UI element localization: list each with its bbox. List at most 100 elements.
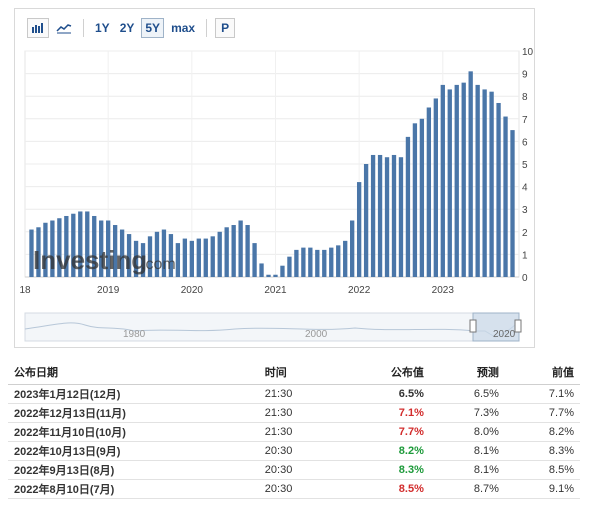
chart-bar[interactable]	[182, 238, 188, 277]
investing-watermark: Investing .com	[33, 245, 176, 275]
y-tick-label: 9	[522, 70, 528, 81]
chart-bar[interactable]	[475, 84, 480, 278]
chart-bar[interactable]	[343, 240, 348, 277]
chart-bar[interactable]	[287, 256, 292, 277]
chart-bar[interactable]	[454, 84, 459, 278]
chart-widget: 1Y 2Y 5Y max P 0 1 2 3 4 5 6 7 8 9 10 18 2019 2020 20…	[14, 8, 535, 348]
chart-bar[interactable]	[266, 274, 271, 277]
x-tick-label: 2023	[432, 285, 455, 296]
table-row: 2022年12月13日(11月) 21:30 7.1% 7.3% 7.7%	[8, 403, 580, 423]
chart-bar[interactable]	[322, 249, 327, 277]
chart-bar[interactable]	[447, 89, 452, 277]
previous-value-cell: 7.1%	[504, 384, 580, 404]
previous-value-cell: 9.1%	[504, 479, 580, 499]
release-table: 公布日期 时间 公布值 预测 前值 2023年1月12日(12月) 21:30 6.…	[8, 360, 580, 499]
navigator-label: 1980	[123, 329, 146, 340]
navigator-left-handle[interactable]	[469, 319, 477, 333]
y-tick-label: 1	[522, 250, 528, 261]
chart-bar[interactable]	[210, 236, 215, 277]
chart-bar[interactable]	[189, 240, 194, 277]
chart-bar[interactable]	[384, 157, 390, 277]
bar-chart: 0 1 2 3 4 5 6 7 8 9 10 18 2019 2020 2021 2022 2023 Inve…	[19, 47, 534, 342]
date-cell: 2022年11月10日(10月)	[8, 422, 259, 442]
chart-bar[interactable]	[238, 220, 243, 278]
chart-bar[interactable]	[175, 243, 181, 277]
chart-bar[interactable]	[370, 154, 376, 277]
previous-value-cell: 7.7%	[504, 403, 580, 423]
chart-bar[interactable]	[412, 123, 418, 277]
chart-bar[interactable]	[461, 82, 466, 277]
chart-bar[interactable]	[273, 274, 278, 277]
chart-bar[interactable]	[503, 116, 508, 277]
chart-bar[interactable]	[315, 249, 320, 277]
previous-value-cell: 8.5%	[504, 460, 580, 480]
x-axis-ticks: 18 2019 2020 2021 2022 2023	[19, 285, 454, 296]
chart-bar[interactable]	[301, 247, 306, 277]
actual-value-cell: 8.2%	[338, 441, 430, 461]
chart-bar[interactable]	[196, 238, 201, 277]
x-tick-label: 2020	[181, 285, 204, 296]
chart-bar[interactable]	[252, 243, 257, 277]
y-tick-label: 3	[522, 205, 528, 216]
chart-bar[interactable]	[308, 247, 313, 277]
actual-value-cell: 8.5%	[338, 479, 430, 499]
table-header-row: 公布日期 时间 公布值 预测 前值	[8, 360, 580, 385]
chart-bar[interactable]	[405, 136, 411, 277]
chart-bar[interactable]	[336, 245, 341, 277]
table-row: 2022年8月10日(7月) 20:30 8.5% 8.7% 9.1%	[8, 479, 580, 499]
chart-bar[interactable]	[356, 182, 362, 277]
date-cell: 2022年12月13日(11月)	[8, 403, 259, 423]
date-cell: 2022年8月10日(7月)	[8, 479, 259, 499]
chart-bar[interactable]	[245, 225, 250, 277]
chart-bar[interactable]	[280, 265, 285, 277]
forecast-value-cell: 8.1%	[429, 460, 505, 480]
chart-bar[interactable]	[496, 102, 501, 277]
time-cell: 21:30	[258, 403, 339, 423]
chart-bar[interactable]	[350, 220, 355, 278]
chart-bar[interactable]	[398, 157, 404, 277]
actual-value-cell: 6.5%	[338, 384, 430, 404]
chart-bar[interactable]	[489, 91, 494, 278]
chart-bar[interactable]	[203, 238, 208, 277]
time-cell: 20:30	[258, 479, 339, 499]
chart-bar[interactable]	[329, 247, 334, 277]
forecast-value-cell: 7.3%	[429, 403, 505, 423]
chart-bar[interactable]	[433, 98, 438, 278]
chart-bar[interactable]	[217, 231, 222, 277]
navigator[interactable]: 1980 2000 2020	[24, 312, 522, 342]
table-row: 2022年10月13日(9月) 20:30 8.2% 8.1% 8.3%	[8, 441, 580, 461]
navigator-right-handle[interactable]	[514, 319, 522, 333]
chart-bar[interactable]	[440, 84, 445, 278]
chart-bar[interactable]	[419, 118, 425, 277]
y-tick-label: 10	[522, 47, 534, 58]
forecast-value-cell: 8.7%	[429, 479, 505, 499]
header-previous: 前值	[504, 360, 580, 385]
y-tick-label: 7	[522, 115, 528, 126]
actual-value-cell: 7.1%	[338, 403, 430, 423]
chart-bar[interactable]	[468, 71, 473, 277]
watermark-text: Investing	[33, 245, 147, 275]
actual-value-cell: 8.3%	[338, 460, 430, 480]
forecast-value-cell: 6.5%	[429, 384, 505, 404]
y-tick-label: 5	[522, 160, 528, 171]
watermark-suffix: .com	[141, 256, 176, 273]
x-tick-label: 18	[19, 285, 31, 296]
chart-bar[interactable]	[259, 263, 264, 277]
chart-bar[interactable]	[391, 154, 397, 277]
chart-bar[interactable]	[294, 249, 299, 277]
chart-bar[interactable]	[426, 107, 432, 278]
table-row: 2023年1月12日(12月) 21:30 6.5% 6.5% 7.1%	[8, 384, 580, 404]
navigator-label: 2000	[305, 329, 328, 340]
chart-bar[interactable]	[377, 154, 383, 277]
chart-bar[interactable]	[482, 89, 487, 277]
header-date: 公布日期	[8, 360, 259, 385]
x-tick-label: 2022	[348, 285, 371, 296]
chart-bar[interactable]	[231, 225, 236, 277]
x-tick-label: 2019	[97, 285, 120, 296]
navigator-label: 2020	[493, 329, 516, 340]
date-cell: 2023年1月12日(12月)	[8, 384, 259, 404]
chart-bar[interactable]	[363, 164, 369, 277]
time-cell: 20:30	[258, 441, 339, 461]
chart-bar[interactable]	[510, 130, 515, 277]
chart-bar[interactable]	[224, 227, 229, 277]
